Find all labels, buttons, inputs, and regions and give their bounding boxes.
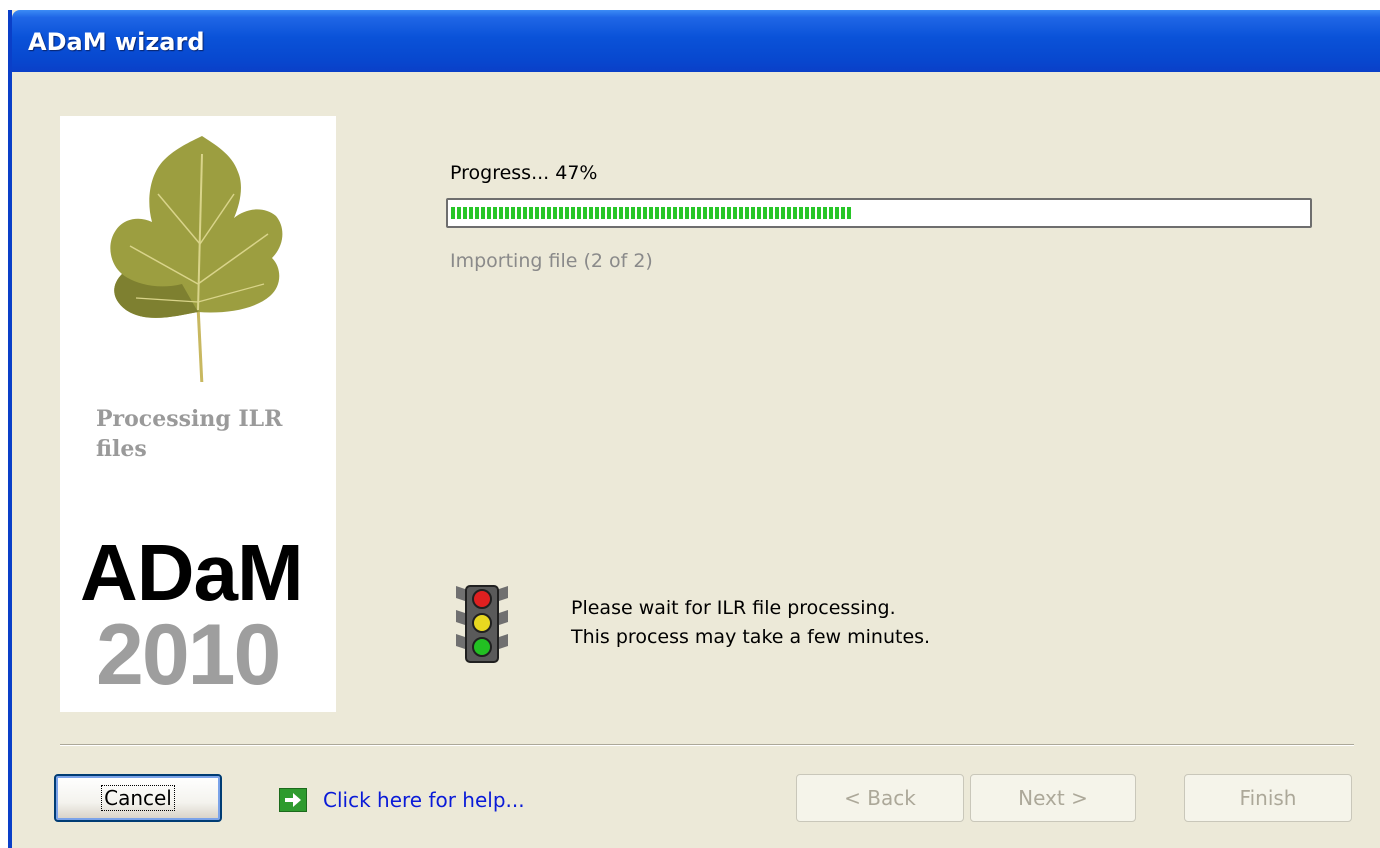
side-panel: Processing ILR files ADaM 2010 (60, 116, 336, 712)
adam-logo-text: ADaM (80, 528, 304, 617)
svg-text:2010: 2010 (96, 614, 279, 694)
wizard-window: ADaM wizard Processing ILR files ADaM 20… (8, 10, 1380, 848)
side-caption-line1: Processing ILR (96, 406, 283, 432)
side-caption-line2: files (96, 436, 147, 462)
progress-fill (451, 207, 853, 219)
window-title: ADaM wizard (28, 28, 205, 56)
fig-leaf-icon (110, 136, 283, 382)
wait-message-line1: Please wait for ILR file processing. (571, 597, 896, 619)
finish-button[interactable]: Finish (1184, 774, 1352, 822)
help-link-text: Click here for help... (323, 788, 525, 812)
wait-message: Please wait for ILR file processing. Thi… (571, 594, 930, 652)
help-link[interactable]: Click here for help... (279, 785, 525, 815)
logo-year: 2010 (96, 614, 281, 694)
next-button-label: Next > (1018, 786, 1088, 810)
back-button[interactable]: < Back (796, 774, 964, 822)
status-text: Importing file (2 of 2) (450, 250, 653, 272)
cancel-button-label: Cancel (101, 785, 175, 811)
side-caption: Processing ILR files (96, 404, 316, 464)
title-bar[interactable]: ADaM wizard (12, 10, 1380, 72)
cancel-button[interactable]: Cancel (54, 774, 222, 822)
progress-bar (446, 198, 1312, 228)
footer-divider (60, 744, 1354, 746)
wait-message-line2: This process may take a few minutes. (571, 626, 931, 648)
back-button-label: < Back (844, 786, 916, 810)
traffic-light-icon (456, 585, 508, 663)
next-button[interactable]: Next > (970, 774, 1136, 822)
progress-label: Progress... 47% (450, 162, 598, 184)
finish-button-label: Finish (1239, 786, 1297, 810)
arrow-right-icon (279, 788, 307, 812)
